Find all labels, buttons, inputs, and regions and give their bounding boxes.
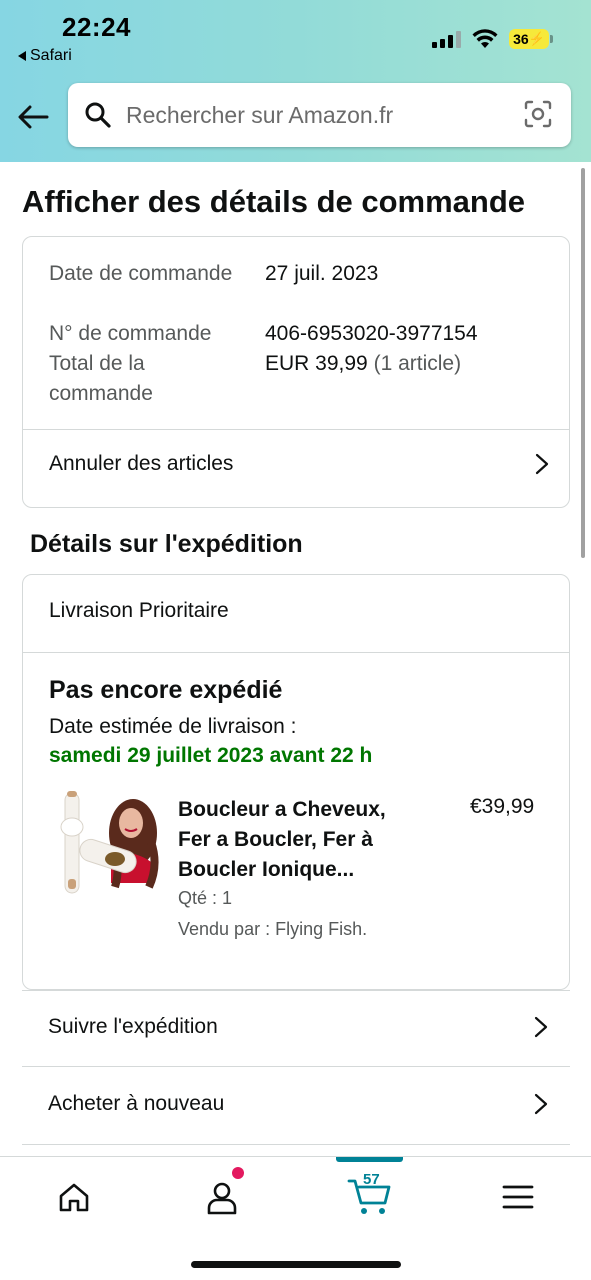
camera-search-icon[interactable]	[523, 99, 553, 129]
notification-dot	[232, 1167, 244, 1179]
order-total-items: (1 article)	[373, 352, 462, 375]
account-icon[interactable]	[202, 1177, 242, 1217]
shipment-status: Pas encore expédié	[49, 676, 283, 704]
product-quantity: Qté : 1	[178, 888, 233, 908]
chevron-right-icon	[534, 1016, 548, 1038]
shipping-type: Livraison Prioritaire	[49, 599, 229, 622]
order-info: Date de commande 27 juil. 2023 N° de com…	[49, 259, 478, 409]
eta-label: Date estimée de livraison :	[49, 715, 297, 738]
eta-date: samedi 29 juillet 2023 avant 22 h	[49, 744, 373, 767]
product-title-line: Boucleur a Cheveux,	[178, 798, 386, 821]
chevron-right-icon	[534, 1093, 548, 1115]
status-time: 22:24	[62, 12, 131, 42]
back-arrow-icon[interactable]	[16, 100, 50, 134]
shipping-section-title: Détails sur l'expédition	[30, 530, 303, 558]
cancel-items-label: Annuler des articles	[49, 452, 234, 475]
search-icon	[85, 102, 111, 128]
order-date-value: 27 juil. 2023	[265, 262, 379, 285]
wifi-icon	[472, 29, 498, 48]
back-triangle-icon	[18, 51, 26, 61]
product-title-line: Fer a Boucler, Fer à	[178, 828, 373, 851]
shipment-card: Livraison Prioritaire Pas encore expédié…	[22, 574, 570, 990]
product-price: €39,99	[470, 795, 535, 818]
divider	[23, 429, 569, 430]
track-shipment-row[interactable]: Suivre l'expédition	[22, 990, 570, 1067]
product-seller: Vendu par : Flying Fish.	[178, 919, 368, 939]
menu-icon[interactable]	[498, 1177, 538, 1217]
battery-icon: 36 ⚡	[509, 29, 549, 49]
search-input[interactable]	[126, 101, 506, 129]
back-app-label: Safari	[30, 47, 72, 64]
home-icon[interactable]	[54, 1177, 94, 1217]
buy-again-link[interactable]: Acheter à nouveau	[48, 1092, 548, 1116]
battery-level: 36	[513, 31, 529, 47]
page-title: Afficher des détails de commande	[22, 184, 526, 219]
chevron-right-icon	[535, 453, 549, 475]
product-title-line: Boucler Ionique...	[178, 858, 355, 881]
order-number-value: 406-6953020-3977154	[265, 322, 478, 345]
track-shipment-label: Suivre l'expédition	[48, 1015, 218, 1038]
track-shipment-link[interactable]: Suivre l'expédition	[48, 1015, 548, 1039]
signal-icon	[432, 31, 461, 48]
back-to-app[interactable]: Safari	[18, 47, 72, 65]
order-total-label: Total de la commande	[49, 352, 153, 405]
buy-again-label: Acheter à nouveau	[48, 1092, 225, 1115]
order-total-amount: EUR 39,99	[265, 352, 368, 375]
home-indicator[interactable]	[191, 1261, 401, 1268]
buy-again-row[interactable]: Acheter à nouveau	[22, 1068, 570, 1145]
scrollbar[interactable]	[581, 168, 585, 558]
header: 22:24 Safari 36 ⚡	[0, 0, 591, 162]
product-image[interactable]	[51, 787, 161, 903]
order-date-label: Date de commande	[49, 262, 233, 285]
search-bar[interactable]	[68, 83, 571, 147]
order-number-label: N° de commande	[49, 322, 212, 345]
cart-active-indicator	[336, 1157, 403, 1162]
cart-count: 57	[363, 1171, 380, 1188]
cancel-items-link[interactable]: Annuler des articles	[49, 452, 549, 476]
product-title[interactable]: Boucleur a Cheveux, Fer a Boucler, Fer à…	[178, 795, 418, 885]
order-summary-card: Date de commande 27 juil. 2023 N° de com…	[22, 236, 570, 508]
divider	[23, 652, 569, 653]
order-total-value: EUR 39,99 (1 article)	[265, 349, 461, 379]
